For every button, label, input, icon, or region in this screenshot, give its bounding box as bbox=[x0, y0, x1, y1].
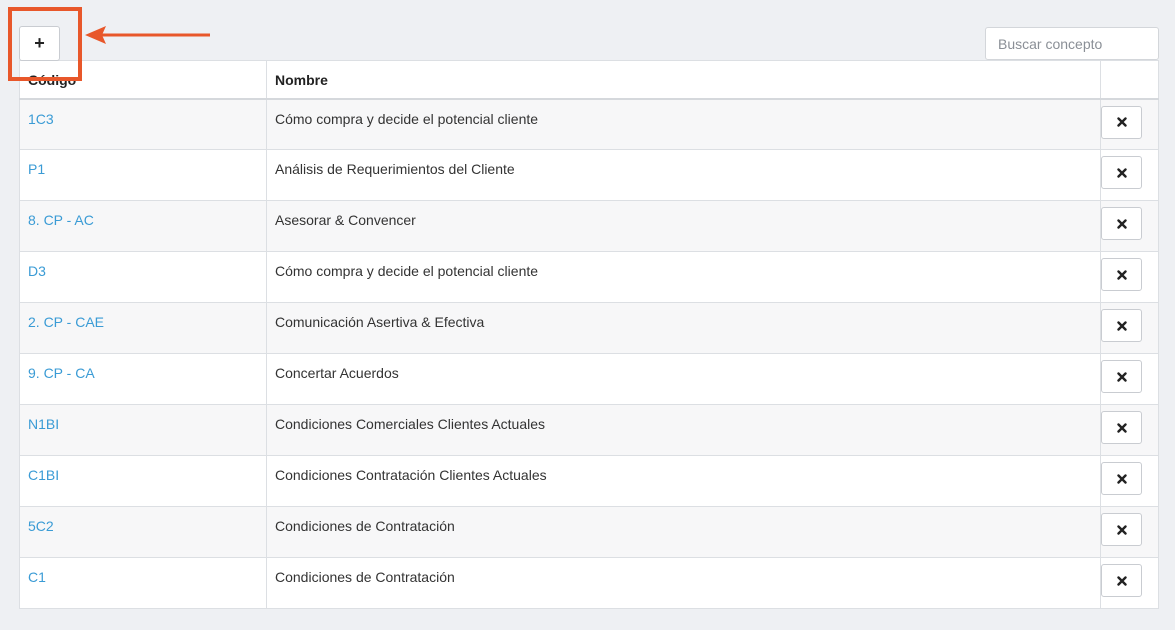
table-row: 8. CP - AC Asesorar & Convencer bbox=[19, 200, 1159, 252]
close-icon bbox=[1116, 473, 1127, 484]
code-link[interactable]: 1C3 bbox=[28, 111, 54, 127]
code-cell: 8. CP - AC bbox=[19, 200, 267, 252]
column-header-code: Código bbox=[19, 60, 267, 100]
table-body: 1C3 Cómo compra y decide el potencial cl… bbox=[19, 98, 1159, 609]
code-link[interactable]: C1 bbox=[28, 569, 46, 585]
name-cell: Condiciones Contratación Clientes Actual… bbox=[266, 455, 1101, 507]
code-link[interactable]: P1 bbox=[28, 161, 45, 177]
table-row: 2. CP - CAE Comunicación Asertiva & Efec… bbox=[19, 302, 1159, 354]
name-cell: Asesorar & Convencer bbox=[266, 200, 1101, 252]
code-cell: 9. CP - CA bbox=[19, 353, 267, 405]
column-header-actions bbox=[1100, 60, 1159, 100]
name-cell: Cómo compra y decide el potencial client… bbox=[266, 251, 1101, 303]
name-cell: Condiciones de Contratación bbox=[266, 506, 1101, 558]
action-cell bbox=[1100, 455, 1159, 507]
code-cell: C1BI bbox=[19, 455, 267, 507]
delete-button[interactable] bbox=[1101, 411, 1142, 444]
code-link[interactable]: 8. CP - AC bbox=[28, 212, 94, 228]
code-cell: C1 bbox=[19, 557, 267, 609]
action-cell bbox=[1100, 302, 1159, 354]
close-icon bbox=[1116, 371, 1127, 382]
page: Código Nombre 1C3 Cómo compra y decide e… bbox=[0, 0, 1175, 630]
code-cell: 1C3 bbox=[19, 98, 267, 150]
code-link[interactable]: N1BI bbox=[28, 416, 59, 432]
action-cell bbox=[1100, 149, 1159, 201]
code-link[interactable]: 2. CP - CAE bbox=[28, 314, 104, 330]
action-cell bbox=[1100, 353, 1159, 405]
concepts-table: Código Nombre 1C3 Cómo compra y decide e… bbox=[19, 60, 1159, 609]
action-cell bbox=[1100, 251, 1159, 303]
code-link[interactable]: 9. CP - CA bbox=[28, 365, 95, 381]
name-cell: Comunicación Asertiva & Efectiva bbox=[266, 302, 1101, 354]
action-cell bbox=[1100, 506, 1159, 558]
close-icon bbox=[1116, 422, 1127, 433]
concept-name: Condiciones Contratación Clientes Actual… bbox=[275, 467, 547, 483]
delete-button[interactable] bbox=[1101, 258, 1142, 291]
code-cell: D3 bbox=[19, 251, 267, 303]
action-cell bbox=[1100, 557, 1159, 609]
name-cell: Cómo compra y decide el potencial client… bbox=[266, 98, 1101, 150]
concept-name: Comunicación Asertiva & Efectiva bbox=[275, 314, 485, 330]
concept-name: Condiciones Comerciales Clientes Actuale… bbox=[275, 416, 546, 432]
close-icon bbox=[1116, 575, 1127, 586]
action-cell bbox=[1100, 404, 1159, 456]
concept-name: Concertar Acuerdos bbox=[275, 365, 399, 381]
delete-button[interactable] bbox=[1101, 564, 1142, 597]
table-row: N1BI Condiciones Comerciales Clientes Ac… bbox=[19, 404, 1159, 456]
name-cell: Condiciones Comerciales Clientes Actuale… bbox=[266, 404, 1101, 456]
table-row: 9. CP - CA Concertar Acuerdos bbox=[19, 353, 1159, 405]
table-row: C1 Condiciones de Contratación bbox=[19, 557, 1159, 609]
code-cell: P1 bbox=[19, 149, 267, 201]
concept-name: Cómo compra y decide el potencial client… bbox=[275, 110, 539, 127]
table-row: D3 Cómo compra y decide el potencial cli… bbox=[19, 251, 1159, 303]
close-icon bbox=[1116, 269, 1127, 280]
concept-name: Condiciones de Contratación bbox=[275, 569, 455, 585]
code-cell: N1BI bbox=[19, 404, 267, 456]
table-row: 1C3 Cómo compra y decide el potencial cl… bbox=[19, 98, 1159, 150]
close-icon bbox=[1116, 320, 1127, 331]
delete-button[interactable] bbox=[1101, 360, 1142, 393]
concept-name: Análisis de Requerimientos del Cliente bbox=[275, 161, 515, 177]
delete-button[interactable] bbox=[1101, 309, 1142, 342]
delete-button[interactable] bbox=[1101, 156, 1142, 189]
concept-name: Cómo compra y decide el potencial client… bbox=[275, 263, 539, 279]
arrow-left-icon bbox=[85, 26, 210, 44]
action-cell bbox=[1100, 200, 1159, 252]
action-cell bbox=[1100, 98, 1159, 150]
table-row: C1BI Condiciones Contratación Clientes A… bbox=[19, 455, 1159, 507]
search-input[interactable] bbox=[985, 27, 1159, 60]
close-icon bbox=[1116, 524, 1127, 535]
close-icon bbox=[1116, 117, 1127, 127]
name-cell: Concertar Acuerdos bbox=[266, 353, 1101, 405]
delete-button[interactable] bbox=[1101, 513, 1142, 546]
name-cell: Condiciones de Contratación bbox=[266, 557, 1101, 609]
table-row: 5C2 Condiciones de Contratación bbox=[19, 506, 1159, 558]
close-icon bbox=[1116, 167, 1127, 178]
delete-button[interactable] bbox=[1101, 207, 1142, 240]
code-cell: 5C2 bbox=[19, 506, 267, 558]
table-header-row: Código Nombre bbox=[19, 60, 1159, 100]
name-cell: Análisis de Requerimientos del Cliente bbox=[266, 149, 1101, 201]
code-link[interactable]: D3 bbox=[28, 263, 46, 279]
table-row: P1 Análisis de Requerimientos del Client… bbox=[19, 149, 1159, 201]
code-link[interactable]: 5C2 bbox=[28, 518, 54, 534]
concept-name: Asesorar & Convencer bbox=[275, 212, 416, 228]
close-icon bbox=[1116, 218, 1127, 229]
code-cell: 2. CP - CAE bbox=[19, 302, 267, 354]
column-header-name: Nombre bbox=[266, 60, 1101, 100]
delete-button[interactable] bbox=[1101, 105, 1142, 139]
delete-button[interactable] bbox=[1101, 462, 1142, 495]
code-link[interactable]: C1BI bbox=[28, 467, 59, 483]
concept-name: Condiciones de Contratación bbox=[275, 518, 455, 534]
add-concept-button[interactable]: + bbox=[19, 26, 60, 61]
